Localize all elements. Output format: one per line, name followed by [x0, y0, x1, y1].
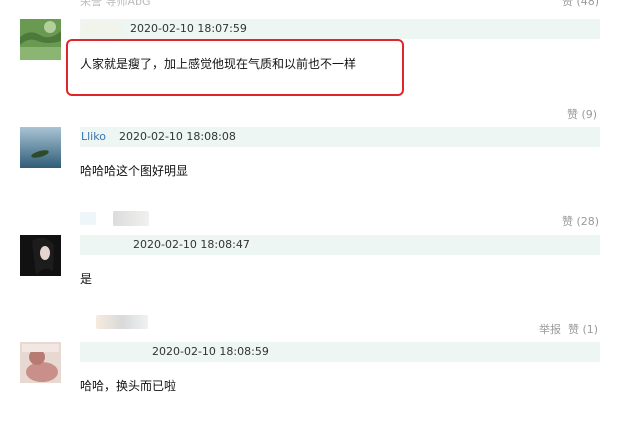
comment-timestamp: 2020-02-10 18:08:59 — [152, 345, 269, 358]
comment-text: 哈哈，换头而已啦 — [80, 379, 177, 393]
comment-username[interactable]: Lliko — [81, 130, 106, 143]
blurred-username — [96, 315, 148, 329]
partial-username: 荣誉 导师AbG — [80, 0, 151, 8]
avatar[interactable] — [20, 19, 61, 60]
comment-text: 人家就是瘦了，加上感觉他现在气质和以前也不一样 — [80, 57, 357, 71]
comment-timestamp: 2020-02-10 18:07:59 — [130, 22, 247, 35]
top-cutoff-row: 荣誉 导师AbG 赞 (48) — [80, 0, 600, 9]
report-button[interactable]: 举报 — [539, 321, 561, 337]
like-button[interactable]: 赞 (28) — [562, 213, 599, 229]
blurred-username — [82, 22, 122, 36]
comment-text: 哈哈哈这个图好明显 — [80, 164, 189, 178]
avatar-image — [20, 342, 61, 383]
like-button[interactable]: 赞 (9) — [567, 106, 597, 122]
avatar[interactable] — [20, 342, 61, 383]
blurred-username — [113, 211, 149, 226]
comment-timestamp: 2020-02-10 18:08:47 — [133, 238, 250, 251]
like-button[interactable]: 赞 (48) — [562, 0, 599, 9]
avatar-image — [20, 235, 61, 276]
avatar-image — [20, 19, 61, 60]
avatar-image — [20, 127, 61, 168]
comment-timestamp: 2020-02-10 18:08:08 — [119, 130, 236, 143]
avatar[interactable] — [20, 127, 61, 168]
comment-text: 是 — [80, 272, 93, 286]
avatar[interactable] — [20, 235, 61, 276]
like-button[interactable]: 赞 (1) — [568, 321, 598, 337]
blurred-username — [80, 212, 96, 225]
